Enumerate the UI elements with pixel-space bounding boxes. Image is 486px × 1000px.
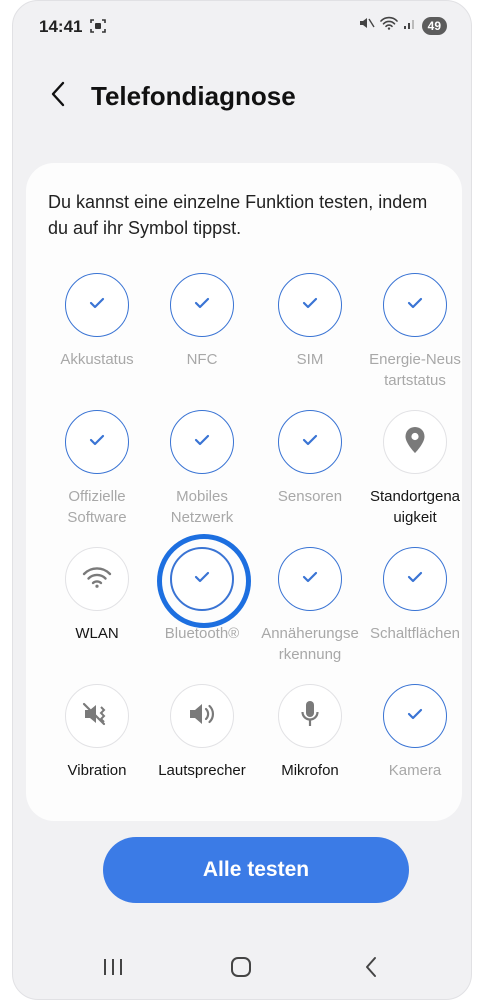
chevron-left-icon: [50, 81, 66, 112]
test-button[interactable]: [278, 410, 342, 474]
status-icons: 49: [359, 16, 447, 35]
test-wlan[interactable]: WLAN: [45, 547, 149, 644]
checkmark-icon: [194, 570, 210, 588]
test-label: Kamera: [388, 762, 442, 779]
test-button[interactable]: [65, 410, 129, 474]
back-icon: [364, 956, 378, 983]
checkmark-icon: [302, 296, 318, 314]
diagnostics-card: Du kannst eine einzelne Funktion testen,…: [26, 163, 462, 821]
checkmark-icon: [302, 433, 318, 451]
test-speaker[interactable]: Lautsprecher: [150, 684, 254, 781]
status-time: 14:41: [39, 17, 83, 36]
phone-screen: 14:41 49 Telefondiagnose Du kannst eine …: [12, 0, 472, 1000]
nav-back-button[interactable]: [351, 951, 391, 987]
speaker-icon: [187, 702, 217, 731]
test-mobile-network[interactable]: Mobiles Netzwerk: [150, 410, 254, 528]
navigation-bar: [13, 941, 471, 997]
test-label: SIM: [296, 351, 324, 368]
test-label: Energie-Neus tartstatus: [369, 351, 461, 389]
test-button[interactable]: [65, 547, 129, 611]
checkmark-icon: [407, 296, 423, 314]
checkmark-icon: [407, 707, 423, 725]
test-button[interactable]: [278, 547, 342, 611]
test-label: Annäherungse rkennung: [261, 625, 359, 663]
test-button[interactable]: [278, 273, 342, 337]
recents-icon: [102, 958, 124, 981]
test-label: Standortgena uigkeit: [369, 488, 461, 526]
home-icon: [230, 956, 252, 983]
test-button[interactable]: [383, 410, 447, 474]
microphone-icon: [300, 700, 320, 733]
test-button[interactable]: [157, 534, 251, 628]
checkmark-icon: [89, 296, 105, 314]
test-vibration[interactable]: Vibration: [45, 684, 149, 781]
header: Telefondiagnose: [13, 71, 471, 121]
test-buttons[interactable]: Schaltflächen: [363, 547, 467, 644]
test-sensors[interactable]: Sensoren: [258, 410, 362, 507]
screenshot-icon: [90, 18, 106, 39]
test-label: Bluetooth®: [164, 625, 240, 642]
test-label: Mobiles Netzwerk: [170, 488, 234, 526]
checkmark-icon: [89, 433, 105, 451]
test-label: Vibration: [67, 762, 127, 779]
recents-button[interactable]: [93, 951, 133, 987]
test-button[interactable]: [65, 684, 129, 748]
back-button[interactable]: [41, 79, 75, 113]
vibration-icon: [82, 701, 112, 732]
test-label: Offizielle Software: [67, 488, 127, 526]
checkmark-icon: [194, 433, 210, 451]
location-pin-icon: [404, 426, 426, 459]
signal-icon: [403, 16, 417, 35]
test-sim[interactable]: SIM: [258, 273, 362, 370]
wifi-icon: [379, 16, 398, 35]
test-label: WLAN: [75, 625, 119, 642]
intro-text: Du kannst eine einzelne Funktion testen,…: [48, 192, 428, 238]
test-button[interactable]: [383, 547, 447, 611]
battery-indicator: 49: [421, 16, 447, 35]
test-label: Akkustatus: [60, 351, 134, 368]
test-label: Sensoren: [277, 488, 343, 505]
home-button[interactable]: [221, 951, 261, 987]
checkmark-icon: [194, 296, 210, 314]
test-label: Lautsprecher: [158, 762, 246, 779]
test-button[interactable]: [278, 684, 342, 748]
test-button[interactable]: [170, 410, 234, 474]
test-label: Mikrofon: [281, 762, 339, 779]
test-button[interactable]: [170, 273, 234, 337]
test-microphone[interactable]: Mikrofon: [258, 684, 362, 781]
page-title: Telefondiagnose: [91, 81, 296, 111]
test-label: Schaltflächen: [369, 625, 461, 642]
mute-icon: [359, 16, 375, 35]
test-button[interactable]: [383, 273, 447, 337]
test-button[interactable]: [383, 684, 447, 748]
test-button[interactable]: [65, 273, 129, 337]
test-official-software[interactable]: Offizielle Software: [45, 410, 149, 528]
test-button[interactable]: [170, 684, 234, 748]
test-all-button[interactable]: Alle testen: [103, 837, 409, 903]
wifi-icon: [82, 566, 112, 593]
checkmark-icon: [407, 570, 423, 588]
test-battery-status[interactable]: Akkustatus: [45, 273, 149, 370]
test-camera[interactable]: Kamera: [363, 684, 467, 781]
test-nfc[interactable]: NFC: [150, 273, 254, 370]
test-bluetooth[interactable]: Bluetooth®: [150, 534, 254, 644]
test-proximity[interactable]: Annäherungse rkennung: [258, 547, 362, 665]
test-power-restart[interactable]: Energie-Neus tartstatus: [363, 273, 467, 391]
status-bar: 14:41 49: [13, 1, 471, 53]
test-location-accuracy[interactable]: Standortgena uigkeit: [363, 410, 467, 528]
checkmark-icon: [302, 570, 318, 588]
test-label: NFC: [186, 351, 218, 368]
